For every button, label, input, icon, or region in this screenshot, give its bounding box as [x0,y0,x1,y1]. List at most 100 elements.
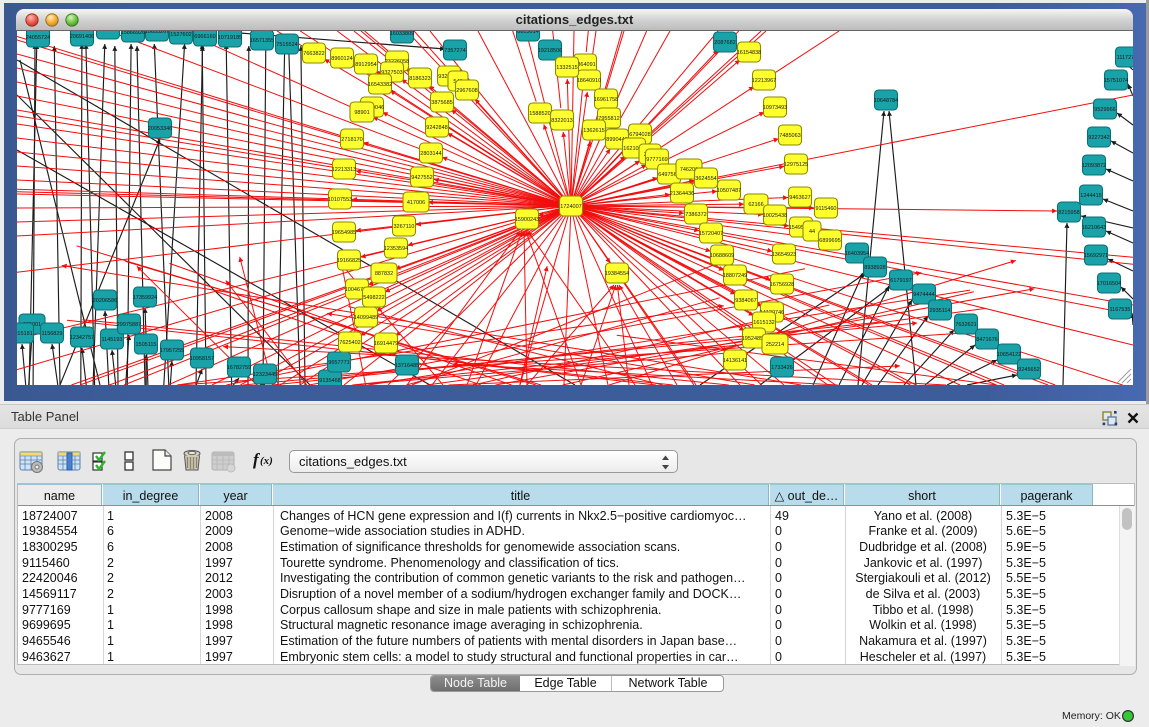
svg-text:10958157: 10958157 [190,356,214,362]
svg-text:9529966: 9529966 [1094,107,1115,113]
svg-text:7625402: 7625402 [339,340,360,346]
svg-text:17016504: 17016504 [1097,281,1121,287]
svg-text:20206586: 20206586 [93,298,117,304]
svg-text:16403954: 16403954 [845,251,869,257]
svg-text:9115460: 9115460 [815,206,836,212]
svg-text:(x): (x) [260,455,273,467]
svg-text:6966160: 6966160 [194,34,215,40]
svg-text:9135468: 9135468 [319,378,340,384]
svg-text:9777169: 9777169 [646,157,667,163]
svg-text:14099489: 14099489 [354,315,378,321]
svg-text:10025438: 10025438 [763,213,787,219]
svg-text:1332515: 1332515 [556,65,577,71]
svg-text:8813014: 8813014 [517,31,538,35]
svg-text:5498222: 5498222 [363,295,384,301]
svg-text:16571355: 16571355 [250,38,274,44]
svg-text:2935114: 2935114 [929,308,950,314]
svg-text:8215958: 8215958 [1058,210,1079,216]
svg-text:9463627: 9463627 [789,195,810,201]
svg-text:2718170: 2718170 [341,137,362,143]
svg-text:1244415: 1244415 [1080,193,1101,199]
svg-text:2803144: 2803144 [420,151,441,157]
svg-text:9245652: 9245652 [1018,367,1039,373]
svg-text:1733426: 1733426 [771,365,792,371]
svg-text:10648784: 10648784 [874,98,898,104]
svg-text:6794028: 6794028 [629,132,650,138]
svg-text:8322013: 8322013 [551,118,572,124]
svg-text:20053346: 20053346 [148,126,172,132]
svg-text:10653267: 10653267 [145,31,169,35]
svg-text:2967608: 2967608 [456,88,477,94]
svg-text:12213313: 12213313 [332,167,356,173]
svg-text:8186323: 8186323 [409,76,430,82]
svg-text:3875685: 3875685 [431,100,452,106]
svg-text:1362615: 1362615 [583,128,604,134]
svg-text:9657771: 9657771 [328,360,349,366]
svg-text:6899695: 6899695 [819,238,840,244]
svg-text:12975125: 12975125 [784,162,808,168]
svg-text:1505115: 1505115 [135,342,156,348]
svg-text:16154838: 16154838 [737,50,761,56]
svg-text:3915181: 3915181 [17,331,33,337]
svg-text:13654923: 13654923 [772,252,796,258]
svg-text:12342757: 12342757 [70,335,94,341]
svg-text:6179197: 6179197 [890,278,911,284]
svg-text:8938928: 8938928 [864,265,885,271]
svg-text:10973493: 10973493 [763,105,787,111]
svg-text:16543382: 16543382 [368,82,392,88]
svg-text:12323445: 12323445 [253,372,277,378]
svg-text:10107553: 10107553 [328,197,352,203]
svg-text:19218506: 19218506 [538,48,562,54]
svg-text:8912954: 8912954 [355,62,376,68]
svg-text:3624554: 3624554 [695,176,716,182]
svg-text:887832: 887832 [375,271,393,277]
svg-text:14136141: 14136141 [723,358,747,364]
svg-text:1527602: 1527602 [170,32,191,38]
svg-text:7632621: 7632621 [955,322,976,328]
svg-text:1615132: 1615132 [753,320,774,326]
svg-text:10654122: 10654122 [997,352,1021,358]
svg-text:15720407: 15720407 [699,231,723,237]
svg-text:9886599: 9886599 [97,31,118,33]
svg-text:1145193: 1145193 [101,337,122,343]
svg-text:8471676: 8471676 [976,337,997,343]
svg-text:44: 44 [809,229,815,235]
svg-text:10507487: 10507487 [717,188,741,194]
svg-text:19166825: 19166825 [337,258,361,264]
svg-text:18640910: 18640910 [577,78,601,84]
svg-text:10688609: 10688609 [710,253,734,259]
svg-text:7386372: 7386372 [685,212,706,218]
svg-text:10719185: 10719185 [218,35,242,41]
svg-text:1167535: 1167535 [1109,307,1130,313]
svg-text:17359924: 17359924 [133,295,157,301]
svg-text:8960124: 8960124 [331,56,352,62]
svg-text:12093872: 12093872 [1082,163,1106,169]
svg-text:18807249: 18807249 [723,273,747,279]
svg-text:9227342: 9227342 [1088,135,1109,141]
svg-text:19384554: 19384554 [605,271,629,277]
svg-text:13716485: 13716485 [395,363,419,369]
svg-text:29975887: 29975887 [117,322,141,328]
svg-text:2087682: 2087682 [714,40,735,46]
svg-text:16033809: 16033809 [390,31,414,37]
svg-text:21364436: 21364436 [670,191,694,197]
svg-text:9384067: 9384067 [735,298,756,304]
svg-text:9427552: 9427552 [411,175,432,181]
svg-text:16756928: 16756928 [770,282,794,288]
svg-text:15751074: 15751074 [1104,78,1128,84]
svg-text:12213967: 12213967 [752,78,776,84]
svg-text:1117271: 1117271 [1117,55,1133,61]
svg-text:19654985: 19654985 [332,230,356,236]
svg-text:15900243: 15900243 [515,217,539,223]
svg-text:24055724: 24055724 [26,35,50,41]
svg-text:7485063: 7485063 [779,133,800,139]
svg-text:20691406: 20691406 [70,34,94,40]
svg-text:98901: 98901 [354,110,369,116]
svg-text:417006: 417006 [407,200,425,206]
svg-text:1724007: 1724007 [560,204,581,210]
svg-text:62166: 62166 [748,202,763,208]
svg-text:7515524: 7515524 [276,42,297,48]
svg-text:252214: 252214 [766,342,784,348]
svg-text:15692971: 15692971 [1084,253,1108,259]
svg-text:9474444: 9474444 [913,292,934,298]
